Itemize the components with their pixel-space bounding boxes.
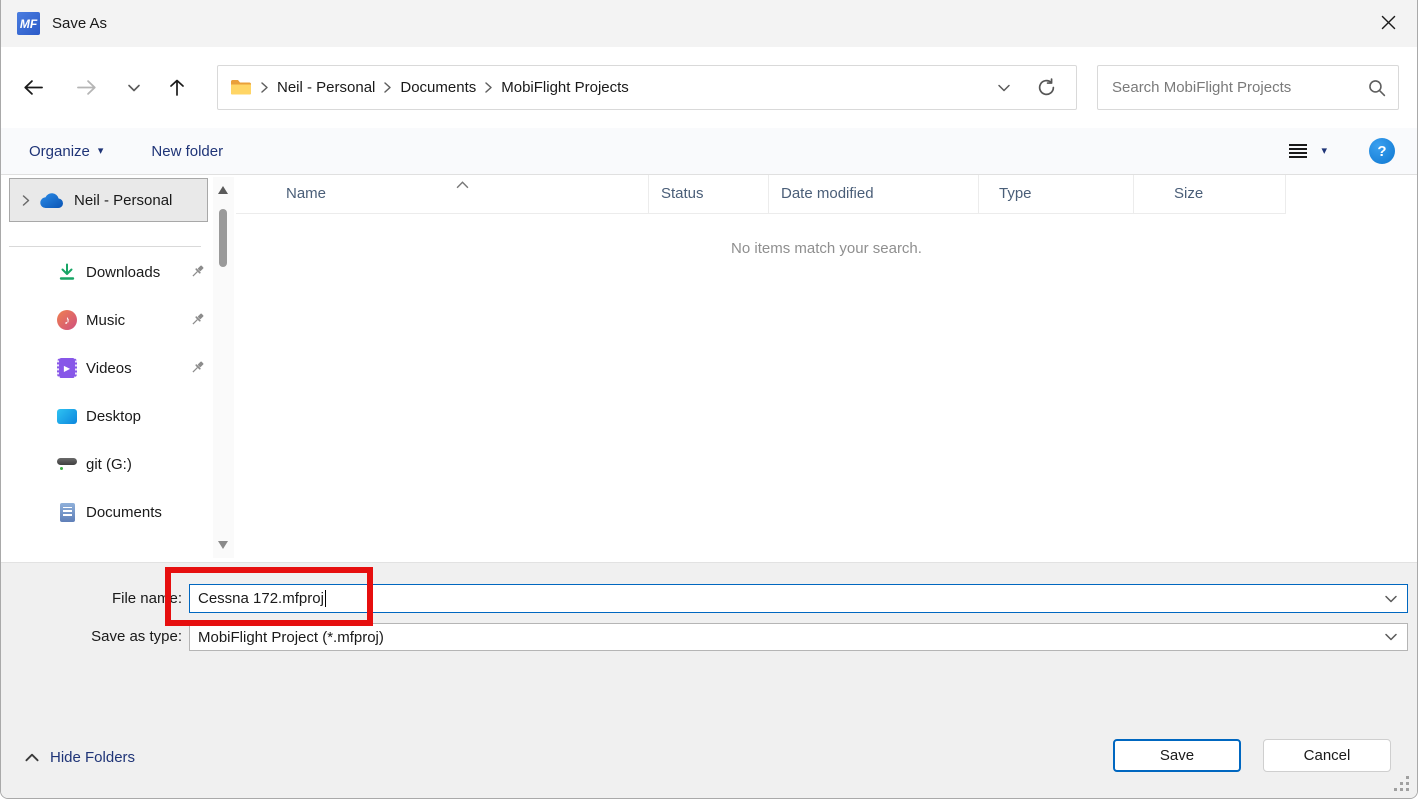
search-input[interactable]: [1110, 78, 1367, 97]
scrollbar-thumb[interactable]: [219, 209, 227, 267]
help-button[interactable]: ?: [1369, 138, 1395, 164]
refresh-icon[interactable]: [1037, 78, 1056, 97]
new-folder-label: New folder: [151, 143, 223, 160]
file-name-input[interactable]: Cessna 172.mfproj: [189, 584, 1408, 613]
column-header-name[interactable]: Name: [236, 175, 649, 214]
sidebar-item-label: Neil - Personal: [74, 192, 172, 209]
address-dropdown-icon[interactable]: [997, 81, 1011, 95]
navigation-bar: Neil - Personal Documents MobiFlight Pro…: [1, 47, 1417, 128]
command-bar: Organize ▾ New folder ▾ ?: [1, 128, 1417, 175]
help-icon: ?: [1377, 143, 1386, 160]
save-as-type-dropdown-icon[interactable]: [1384, 630, 1398, 644]
save-as-dialog: MF Save As Neil - Personal: [0, 0, 1418, 799]
save-as-type-label: Save as type:: [1, 628, 182, 645]
downloads-icon: [56, 262, 78, 282]
column-header-size[interactable]: Size: [1134, 175, 1286, 214]
folder-icon: [230, 79, 252, 96]
text-cursor: [325, 590, 327, 607]
expand-chevron-icon[interactable]: [22, 194, 30, 207]
window-title: Save As: [52, 15, 107, 32]
breadcrumb-item[interactable]: MobiFlight Projects: [495, 79, 635, 96]
sidebar-item-desktop[interactable]: Desktop: [1, 392, 211, 440]
hide-folders-button[interactable]: Hide Folders: [25, 749, 135, 766]
pin-icon: [190, 264, 205, 283]
cancel-button[interactable]: Cancel: [1263, 739, 1391, 772]
mobiflight-logo-icon: MF: [17, 12, 40, 35]
back-icon[interactable]: [21, 79, 45, 96]
chevron-right-icon: [260, 81, 269, 94]
drive-icon: [56, 458, 78, 470]
logo-text: MF: [20, 17, 37, 31]
desktop-icon: [56, 409, 78, 424]
onedrive-cloud-icon: [39, 192, 65, 209]
sidebar-item-label: Desktop: [86, 408, 141, 425]
column-headers: Name Status Date modified Type Size: [236, 175, 1417, 214]
sidebar-item-label: Downloads: [86, 264, 160, 281]
caret-down-icon: ▾: [98, 146, 104, 157]
chevron-right-icon: [383, 81, 392, 94]
sidebar-item-label: Videos: [86, 360, 132, 377]
forward-icon[interactable]: [75, 79, 99, 96]
file-name-label: File name:: [1, 590, 182, 607]
sidebar-item-label: git (G:): [86, 456, 132, 473]
videos-icon: ▶: [56, 358, 78, 378]
organize-label: Organize: [29, 143, 90, 160]
recent-locations-icon[interactable]: [127, 81, 141, 95]
column-header-type[interactable]: Type: [979, 175, 1134, 214]
list-view-icon[interactable]: [1289, 144, 1307, 146]
save-button[interactable]: Save: [1113, 739, 1241, 772]
navigation-pane: Neil - Personal Downloads ♪ Music: [1, 175, 236, 562]
content-area: Neil - Personal Downloads ♪ Music: [1, 175, 1417, 562]
up-icon[interactable]: [167, 78, 187, 97]
pin-icon: [190, 360, 205, 379]
save-as-type-value: MobiFlight Project (*.mfproj): [198, 629, 384, 646]
sidebar-item-downloads[interactable]: Downloads: [1, 248, 211, 296]
view-caret-down-icon[interactable]: ▾: [1321, 146, 1327, 157]
chevron-right-icon: [484, 81, 493, 94]
close-icon: [1381, 15, 1396, 34]
sidebar-item-documents[interactable]: Documents: [1, 488, 211, 536]
breadcrumb-item[interactable]: Neil - Personal: [271, 79, 381, 96]
sidebar-item-git-drive[interactable]: git (G:): [1, 440, 211, 488]
sidebar-item-music[interactable]: ♪ Music: [1, 296, 211, 344]
sidebar-item-onedrive[interactable]: Neil - Personal: [9, 178, 208, 222]
sidebar-divider: [9, 246, 201, 247]
file-name-value: Cessna 172.mfproj: [198, 590, 324, 607]
scroll-up-icon[interactable]: [218, 186, 228, 194]
search-icon[interactable]: [1367, 78, 1386, 97]
resize-grip[interactable]: [1394, 776, 1397, 779]
sidebar-scrollbar[interactable]: [213, 177, 234, 558]
save-as-type-select[interactable]: MobiFlight Project (*.mfproj): [189, 623, 1408, 651]
chevron-up-icon: [25, 753, 39, 762]
dialog-footer: File name: Cessna 172.mfproj Save as typ…: [1, 562, 1417, 799]
breadcrumb[interactable]: Neil - Personal Documents MobiFlight Pro…: [217, 65, 1077, 110]
music-icon: ♪: [56, 310, 78, 330]
organize-button[interactable]: Organize ▾: [29, 143, 103, 160]
file-list: Name Status Date modified Type Size No i…: [236, 175, 1417, 562]
column-header-status[interactable]: Status: [649, 175, 769, 214]
search-box: [1097, 65, 1399, 110]
sidebar-item-label: Music: [86, 312, 125, 329]
title-bar: MF Save As: [1, 0, 1417, 47]
new-folder-button[interactable]: New folder: [151, 143, 223, 160]
empty-list-message: No items match your search.: [236, 240, 1417, 257]
sidebar-item-label: Documents: [86, 504, 162, 521]
close-button[interactable]: [1373, 10, 1403, 38]
scroll-down-icon[interactable]: [218, 541, 228, 549]
pin-icon: [190, 312, 205, 331]
sort-ascending-icon: [456, 176, 469, 193]
hide-folders-label: Hide Folders: [50, 749, 135, 766]
sidebar-item-videos[interactable]: ▶ Videos: [1, 344, 211, 392]
breadcrumb-item[interactable]: Documents: [394, 79, 482, 96]
file-name-dropdown-icon[interactable]: [1384, 592, 1398, 606]
column-header-date-modified[interactable]: Date modified: [769, 175, 979, 214]
documents-icon: [56, 503, 78, 522]
